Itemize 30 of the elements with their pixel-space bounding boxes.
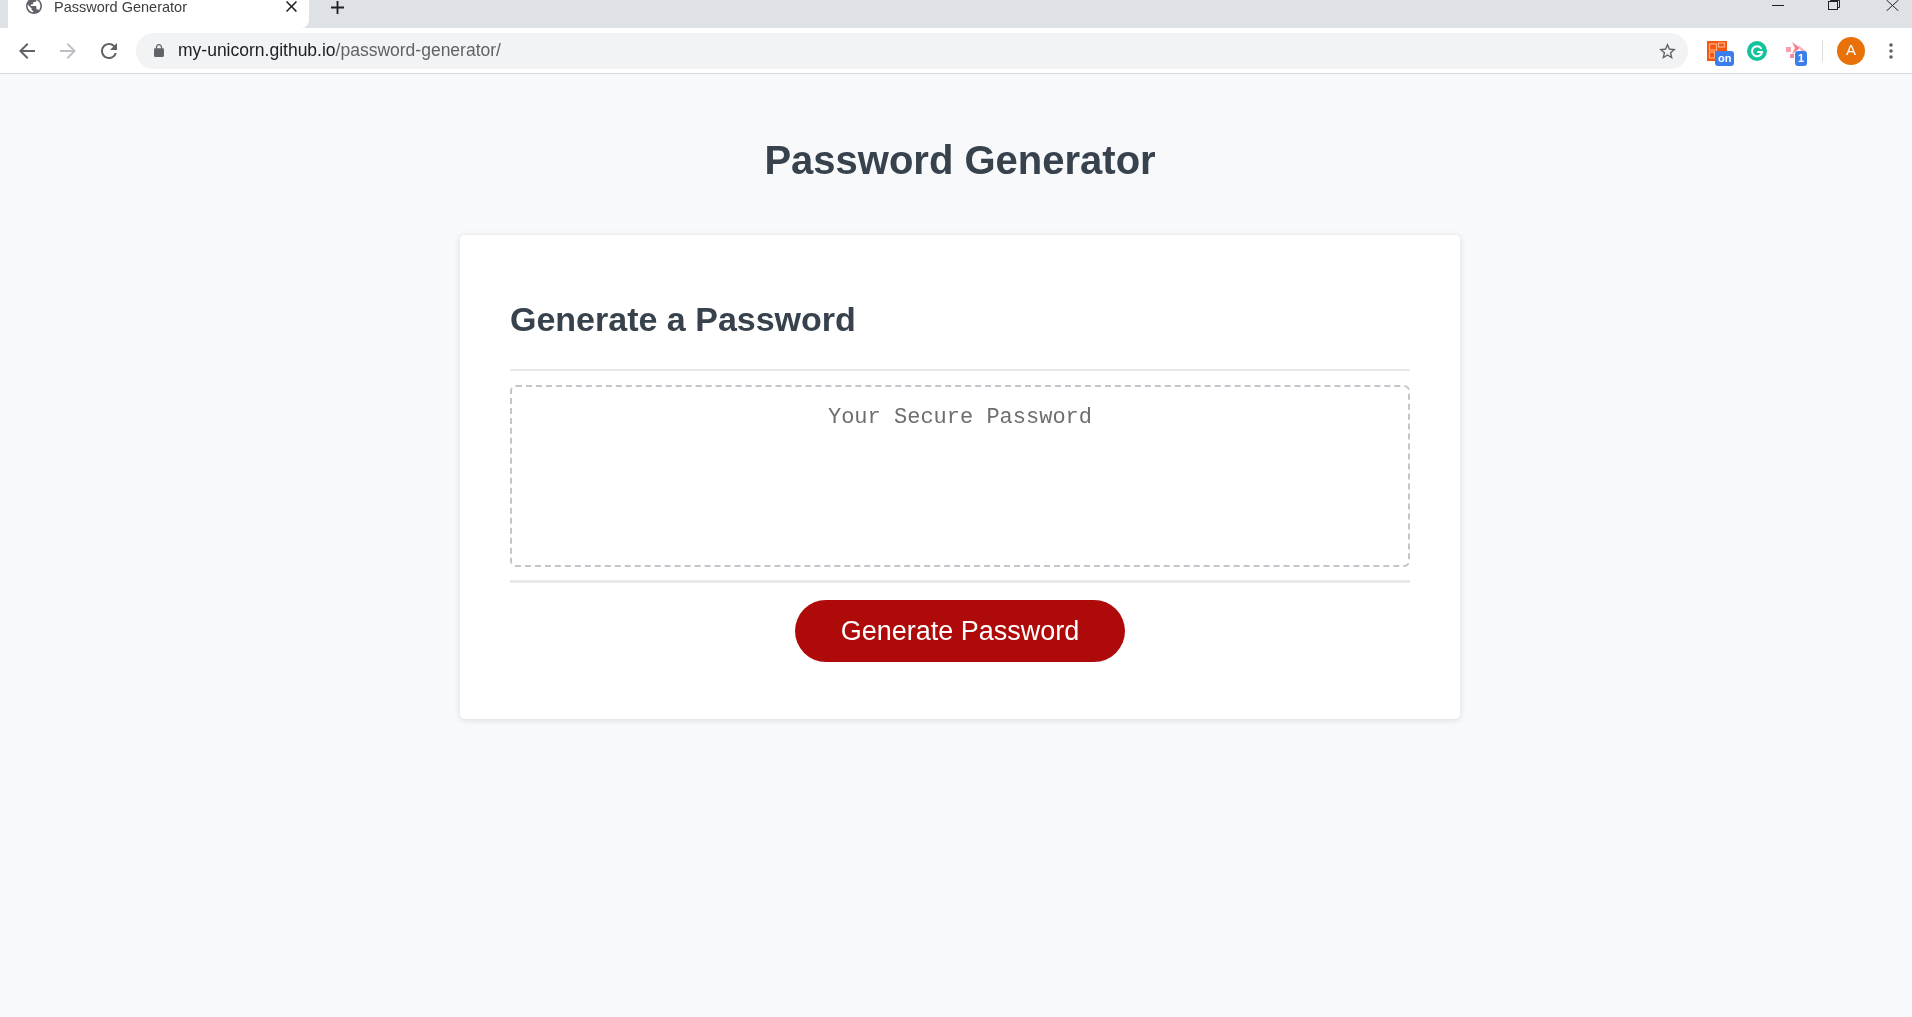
bookmark-star-button[interactable] — [1659, 42, 1676, 59]
new-tab-button[interactable] — [331, 1, 344, 14]
back-button[interactable] — [19, 42, 35, 59]
letter-g-icon — [1747, 40, 1767, 61]
close-icon — [286, 1, 297, 12]
restore-icon — [1828, 0, 1840, 10]
plus-icon — [331, 1, 344, 14]
menu-button[interactable] — [1889, 42, 1893, 59]
extension-badge: on — [1715, 50, 1735, 66]
reload-button[interactable] — [101, 42, 117, 59]
arrow-right-icon — [60, 42, 76, 59]
arrow-left-icon — [19, 42, 35, 59]
restore-button[interactable] — [1828, 0, 1840, 10]
reload-icon — [101, 42, 117, 59]
password-field[interactable]: Your Secure Password — [510, 385, 1410, 567]
page-title: Password Generator — [764, 137, 1156, 183]
browser-tab[interactable]: Password Generator — [8, 0, 309, 28]
star-icon — [1659, 42, 1676, 59]
card-title: Generate a Password — [510, 300, 856, 339]
kebab-menu-icon — [1889, 42, 1893, 59]
tab-close-button[interactable] — [286, 1, 297, 12]
url-text[interactable]: my-unicorn.github.io/password-generator/ — [178, 37, 501, 64]
lock-icon — [154, 44, 164, 57]
extension-badge: 1 — [1795, 50, 1808, 66]
address-bar[interactable]: my-unicorn.github.io/password-generator/ — [136, 32, 1688, 69]
globe-icon — [26, 0, 42, 14]
minimize-icon — [1772, 5, 1784, 6]
generate-password-button[interactable]: Generate Password — [794, 600, 1126, 662]
window-close-button[interactable] — [1886, 0, 1899, 11]
close-icon — [1886, 0, 1899, 11]
